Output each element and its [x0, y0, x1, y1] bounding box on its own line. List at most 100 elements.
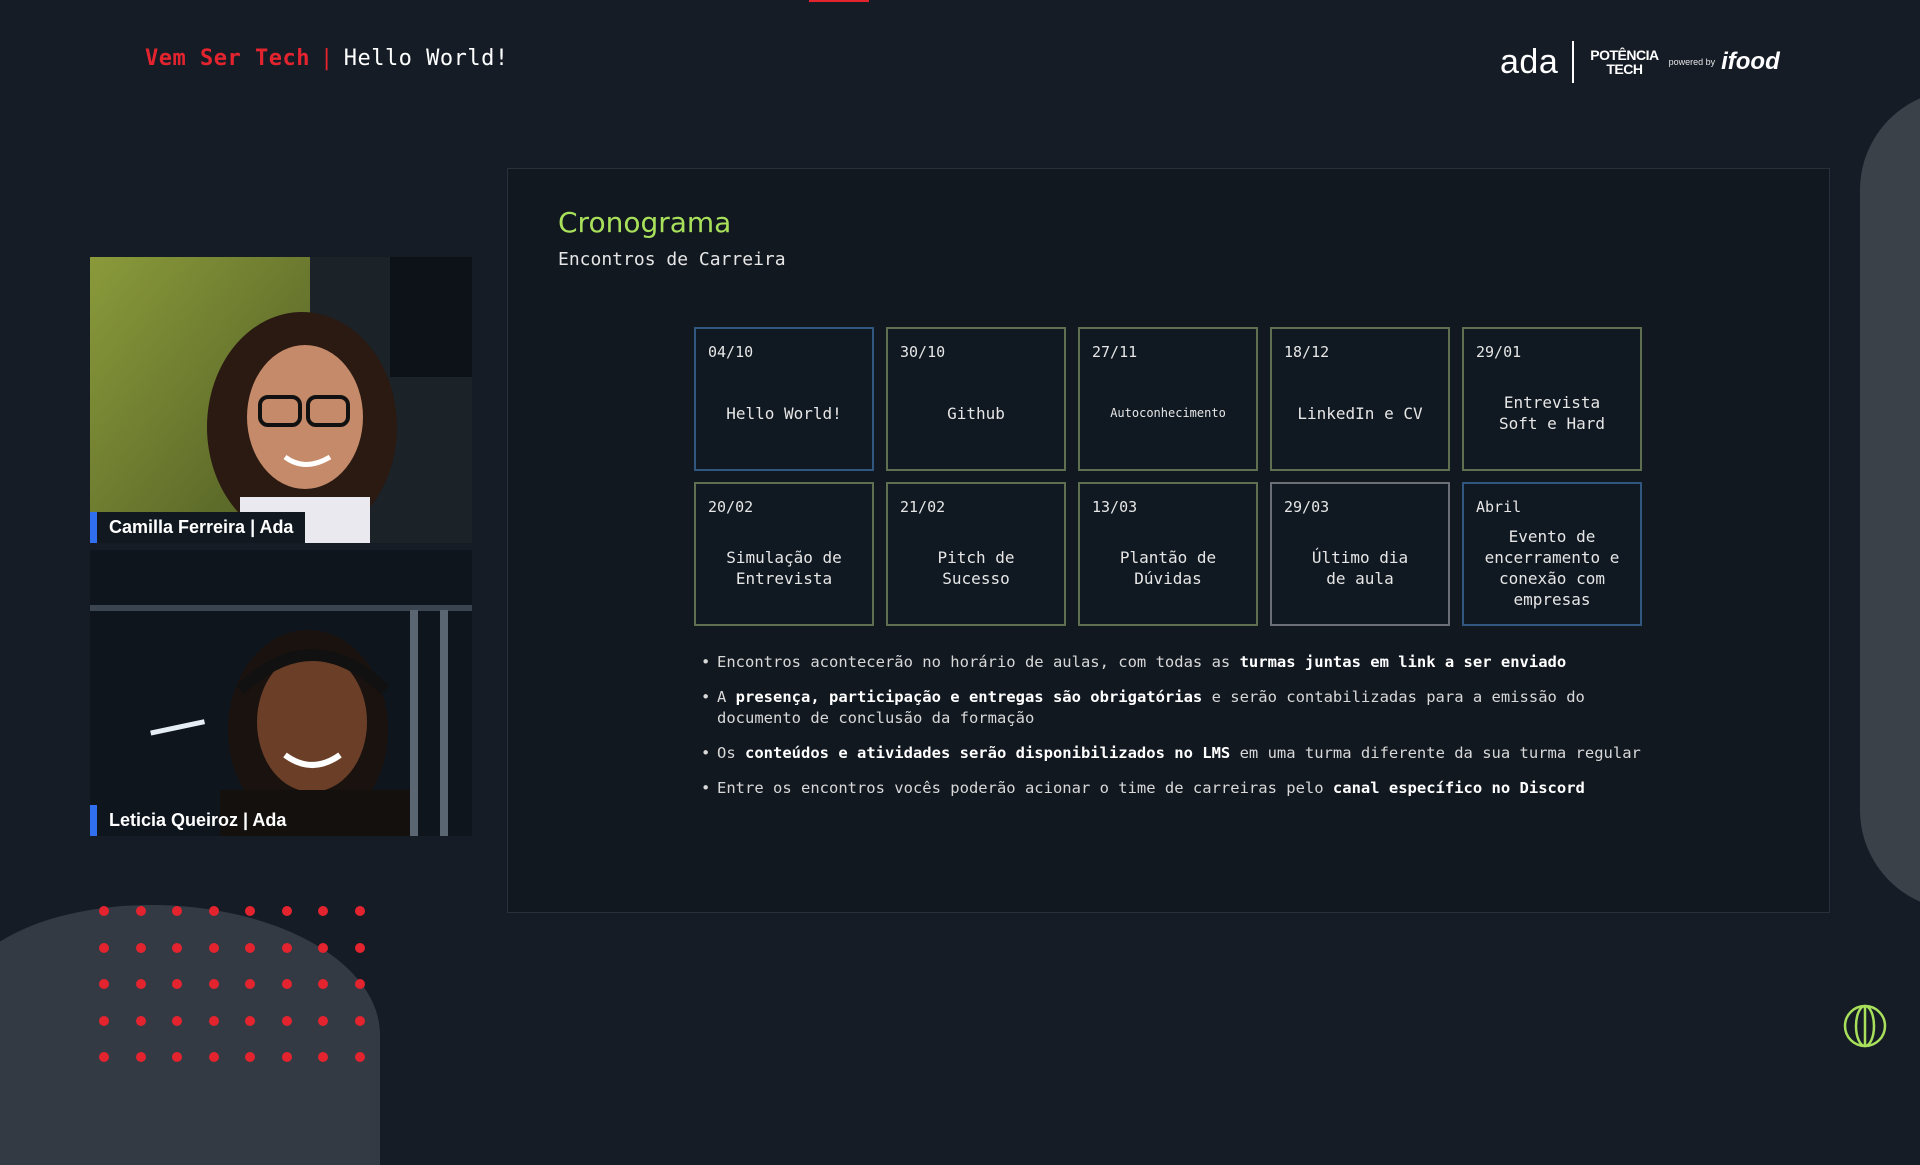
red-dot: [318, 1015, 328, 1026]
potencia-tech-logo: POTÊNCIA TECH: [1590, 48, 1659, 77]
card-date: 27/11: [1092, 343, 1138, 361]
red-dot: [99, 906, 109, 916]
card-title: Autoconhecimento: [1110, 405, 1226, 420]
red-dot: [354, 1015, 365, 1026]
red-dot: [354, 942, 365, 953]
ada-logo: ada: [1500, 42, 1559, 81]
participant-video-feed: [90, 550, 472, 836]
ifood-logo: ifood: [1721, 48, 1780, 75]
potencia-tech-globe-icon: [1843, 1004, 1887, 1048]
note-item: A presença, participação e entregas são …: [701, 687, 1651, 729]
schedule-grid: 04/10 Hello World! 30/10 Github 27/11 Au…: [694, 327, 1642, 626]
red-dot: [245, 979, 255, 989]
schedule-card: 04/10 Hello World!: [694, 327, 874, 471]
card-title: LinkedIn e CV: [1297, 403, 1423, 423]
red-dot: [99, 942, 109, 953]
card-title: Hello World!: [726, 403, 842, 423]
red-dot: [172, 979, 182, 989]
card-title: Github: [947, 403, 1005, 423]
card-date: 29/03: [1284, 498, 1330, 516]
red-dot: [99, 1052, 109, 1062]
note-text: Entre os encontros vocês poderão acionar…: [717, 779, 1333, 797]
card-title: Pitch de Sucesso: [937, 548, 1015, 588]
red-dot: [281, 1015, 292, 1026]
brand-name: Vem Ser Tech: [145, 46, 310, 71]
schedule-card: 29/01 Entrevista Soft e Hard: [1462, 327, 1642, 471]
note-item: Encontros acontecerão no horário de aula…: [701, 652, 1651, 673]
red-dot: [172, 1015, 182, 1026]
note-text: Encontros acontecerão no horário de aula…: [717, 653, 1240, 671]
card-title: Entrevista Soft e Hard: [1499, 393, 1605, 433]
red-dot: [318, 1052, 328, 1062]
partner-logos: ada POTÊNCIA TECH powered by ifood: [1500, 38, 1780, 86]
red-dot: [208, 979, 219, 989]
notes-list: Encontros acontecerão no horário de aula…: [701, 652, 1651, 813]
red-dot: [245, 1015, 255, 1026]
card-date: 30/10: [900, 343, 946, 361]
red-dot: [135, 1015, 146, 1026]
card-title: Último dia de aula: [1311, 548, 1409, 588]
red-dot: [99, 1015, 109, 1026]
header-title: Vem Ser Tech | Hello World!: [145, 46, 509, 71]
card-date: 18/12: [1284, 343, 1330, 361]
red-dot: [208, 906, 219, 916]
red-dot: [172, 1052, 182, 1062]
logo-divider: [1572, 41, 1575, 83]
note-item: Os conteúdos e atividades serão disponib…: [701, 743, 1651, 764]
note-text: em uma turma diferente da sua turma regu…: [1230, 744, 1641, 762]
potencia-line2: TECH: [1606, 61, 1643, 77]
red-dot: [172, 906, 182, 916]
red-dot: [135, 979, 146, 989]
card-date: 29/01: [1476, 343, 1522, 361]
red-dot: [281, 979, 292, 989]
red-dot: [281, 1052, 292, 1062]
red-dot: [318, 906, 328, 916]
top-accent-line: [809, 0, 869, 2]
note-emphasis: canal específico no Discord: [1332, 779, 1585, 797]
schedule-card: 20/02 Simulação de Entrevista: [694, 482, 874, 626]
red-dot: [281, 942, 292, 953]
red-dot: [208, 1052, 219, 1062]
note-emphasis: conteúdos e atividades serão disponibili…: [745, 744, 1231, 762]
red-dot: [245, 942, 255, 953]
note-text: A: [717, 688, 736, 706]
schedule-card: 30/10 Github: [886, 327, 1066, 471]
red-dot: [172, 942, 182, 953]
schedule-card: 29/03 Último dia de aula: [1270, 482, 1450, 626]
schedule-card: 13/03 Plantão de Dúvidas: [1078, 482, 1258, 626]
red-dot: [208, 942, 219, 953]
red-dot: [318, 942, 328, 953]
red-dot: [245, 906, 255, 916]
participant-video-tile[interactable]: Camilla Ferreira | Ada: [90, 257, 472, 543]
participant-name-tag: Camilla Ferreira | Ada: [90, 512, 306, 543]
card-date: Abril: [1476, 498, 1522, 516]
schedule-card: 18/12 LinkedIn e CV: [1270, 327, 1450, 471]
note-emphasis: presença, participação e entregas são ob…: [735, 688, 1203, 706]
powered-by-label: powered by: [1668, 57, 1716, 67]
card-title: Evento de encerramento e conexão com emp…: [1484, 527, 1620, 609]
participant-video-tile[interactable]: Leticia Queiroz | Ada: [90, 550, 472, 836]
card-title: Plantão de Dúvidas: [1119, 548, 1217, 588]
red-dot: [245, 1052, 255, 1062]
red-dot: [135, 906, 146, 916]
card-date: 04/10: [708, 343, 754, 361]
red-dot: [354, 1052, 365, 1062]
note-emphasis: turmas juntas em link a ser enviado: [1239, 653, 1567, 671]
schedule-card: 21/02 Pitch de Sucesso: [886, 482, 1066, 626]
schedule-card: Abril Evento de encerramento e conexão c…: [1462, 482, 1642, 626]
header-subtitle: Hello World!: [343, 46, 509, 71]
background-shape-right: [1860, 90, 1920, 910]
card-date: 13/03: [1092, 498, 1138, 516]
participant-name-tag: Leticia Queiroz | Ada: [90, 805, 298, 836]
red-dot: [354, 906, 365, 916]
note-text: Os: [717, 744, 745, 762]
red-dot: [318, 979, 328, 989]
red-dot: [208, 1015, 219, 1026]
card-date: 20/02: [708, 498, 754, 516]
header-separator: |: [319, 46, 334, 71]
note-item: Entre os encontros vocês poderão acionar…: [701, 778, 1651, 799]
red-dot: [354, 979, 365, 989]
card-title: Simulação de Entrevista: [726, 548, 842, 588]
red-dot: [135, 942, 146, 953]
presentation-slide: Cronograma Encontros de Carreira 04/10 H…: [507, 168, 1830, 913]
